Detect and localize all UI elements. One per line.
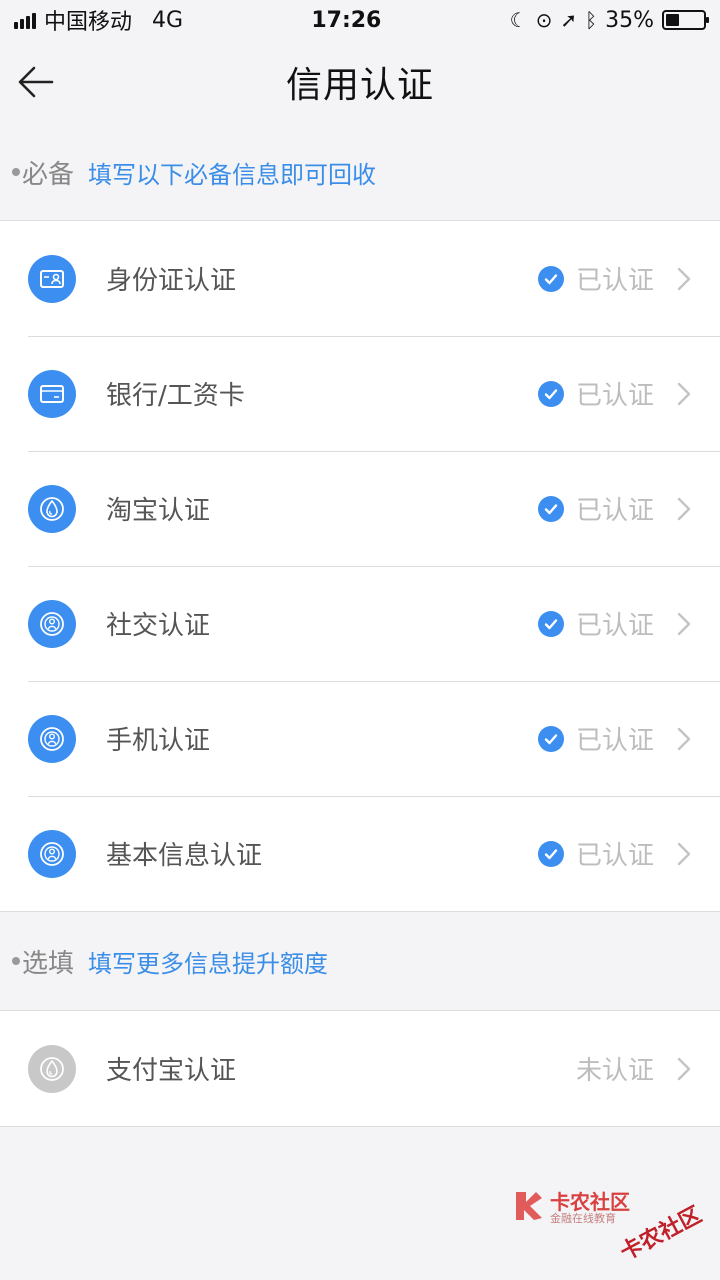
- auth-row-phone[interactable]: 手机认证 已认证: [0, 681, 720, 796]
- status-verified: 已认证: [537, 720, 654, 757]
- status-text: 已认证: [575, 726, 654, 756]
- watermark-logo-icon: [516, 1192, 542, 1220]
- row-label: 手机认证: [106, 726, 211, 756]
- id-card-icon: [28, 254, 76, 303]
- chevron-right-icon: [677, 842, 691, 865]
- row-label: 基本信息认证: [106, 841, 263, 871]
- rotation-lock-icon: ⊙: [535, 8, 553, 32]
- watermark: 卡农社区 金融在线教育 卡农社区: [510, 1186, 710, 1266]
- chevron-right-icon: [677, 727, 691, 750]
- status-bar-left: 中国移动 4G: [14, 4, 183, 36]
- status-verified: 已认证: [537, 375, 654, 412]
- droplet-icon: [28, 484, 76, 533]
- status-bar: 中国移动 4G 17:26 ☾ ⊙ ➚ ᛒ 35%: [0, 0, 720, 40]
- optional-list: 支付宝认证 未认证: [0, 1010, 720, 1127]
- section-label: 必备: [22, 159, 75, 190]
- status-text: 已认证: [575, 381, 654, 411]
- location-icon: ➚: [560, 8, 578, 32]
- check-icon: [537, 840, 564, 867]
- status-unverified: 未认证: [576, 1050, 654, 1087]
- network-type: 4G: [152, 7, 184, 33]
- auth-row-social[interactable]: 社交认证 已认证: [0, 566, 720, 681]
- status-verified: 已认证: [537, 260, 654, 297]
- bullet-icon: [12, 168, 20, 176]
- chevron-right-icon: [677, 267, 691, 290]
- battery-level: [666, 14, 679, 26]
- chevron-right-icon: [677, 1057, 691, 1080]
- status-bar-right: ☾ ⊙ ➚ ᛒ 35%: [509, 7, 709, 33]
- battery-icon: [662, 10, 709, 30]
- auth-row-id-card[interactable]: 身份证认证 已认证: [0, 221, 720, 336]
- section-label: 选填: [22, 948, 75, 979]
- required-list: 身份证认证 已认证 银行/工资卡 已认证 淘宝认证 已认证 社交认证 已认证 手…: [0, 220, 720, 912]
- chevron-right-icon: [677, 497, 691, 520]
- chevron-right-icon: [677, 612, 691, 635]
- bluetooth-icon: ᛒ: [585, 8, 598, 32]
- check-icon: [537, 495, 564, 522]
- auth-row-alipay[interactable]: 支付宝认证 未认证: [0, 1011, 720, 1126]
- row-label: 身份证认证: [106, 266, 237, 296]
- auth-row-bank-card[interactable]: 银行/工资卡 已认证: [0, 336, 720, 451]
- status-text: 已认证: [575, 496, 654, 526]
- person-badge-icon: [28, 829, 76, 878]
- check-icon: [537, 380, 564, 407]
- section-hint: 填写更多信息提升额度: [88, 949, 329, 978]
- status-text: 已认证: [575, 611, 654, 641]
- battery-percent: 35%: [605, 7, 654, 33]
- person-badge-icon: [28, 714, 76, 763]
- auth-row-basic-info[interactable]: 基本信息认证 已认证: [0, 796, 720, 911]
- check-icon: [537, 610, 564, 637]
- arrow-left-icon[interactable]: [16, 62, 56, 102]
- status-text: 已认证: [575, 266, 654, 296]
- droplet-icon: [28, 1044, 76, 1093]
- status-verified: 已认证: [537, 835, 654, 872]
- row-label: 银行/工资卡: [106, 381, 245, 411]
- check-icon: [537, 725, 564, 752]
- optional-section-header: 选填 填写更多信息提升额度: [0, 912, 720, 1010]
- status-time: 17:26: [311, 7, 382, 33]
- watermark-tagline: 金融在线教育: [550, 1212, 616, 1225]
- row-label: 淘宝认证: [106, 496, 211, 526]
- nav-bar: 信用认证: [0, 40, 720, 124]
- check-icon: [537, 265, 564, 292]
- required-section-header: 必备 填写以下必备信息即可回收: [0, 124, 720, 220]
- carrier-name: 中国移动: [44, 10, 133, 35]
- page-title: 信用认证: [285, 65, 434, 106]
- person-badge-icon: [28, 599, 76, 648]
- status-text: 未认证: [575, 1056, 654, 1086]
- section-hint: 填写以下必备信息即可回收: [88, 160, 377, 189]
- auth-row-taobao[interactable]: 淘宝认证 已认证: [0, 451, 720, 566]
- chevron-right-icon: [677, 382, 691, 405]
- row-label: 支付宝认证: [106, 1056, 237, 1086]
- row-label: 社交认证: [106, 611, 211, 641]
- bank-card-icon: [28, 369, 76, 418]
- signal-icon: [14, 11, 36, 29]
- bullet-icon: [12, 957, 20, 965]
- status-verified: 已认证: [537, 605, 654, 642]
- status-text: 已认证: [575, 841, 654, 871]
- moon-icon: ☾: [509, 8, 528, 32]
- status-verified: 已认证: [537, 490, 654, 527]
